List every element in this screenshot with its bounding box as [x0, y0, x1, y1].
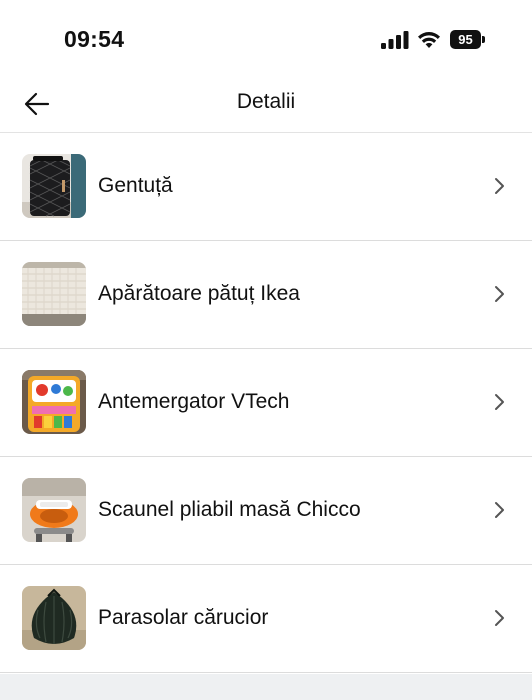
list-item-parasolar-carucior[interactable]: Parasolar cărucior: [0, 565, 532, 673]
signal-icon: [381, 31, 409, 49]
list-item-antemergator-vtech[interactable]: Antemergator VTech: [0, 349, 532, 457]
item-label: Scaunel pliabil masă Chicco: [98, 498, 361, 521]
item-thumbnail: [22, 586, 86, 650]
list-item-scaunel-pliabil[interactable]: Scaunel pliabil masă Chicco: [0, 457, 532, 565]
header: Detalii: [0, 78, 532, 133]
chevron-right-icon: [495, 178, 504, 194]
battery-icon: 95: [450, 30, 486, 49]
item-label: Antemergator VTech: [98, 390, 290, 413]
status-time: 09:54: [64, 26, 125, 52]
item-label: Apărătoare pătuț Ikea: [98, 282, 300, 305]
item-thumbnail: [22, 262, 86, 326]
list-item-aparatoare-patut[interactable]: Apărătoare pătuț Ikea: [0, 241, 532, 349]
items-list: Gentuță Apărătoare pătuț Ikea Antemergat…: [0, 133, 532, 673]
chevron-right-icon: [495, 286, 504, 302]
status-bar: 09:54 95: [0, 0, 532, 78]
chevron-right-icon: [495, 502, 504, 518]
page-title: Detalii: [236, 90, 296, 113]
battery-tip: [482, 36, 485, 43]
wifi-icon: [417, 29, 441, 49]
screen: 09:54 95 Detalii Gentuță Apărătoare pătu…: [0, 0, 532, 674]
item-thumbnail: [22, 478, 86, 542]
item-label: Gentuță: [98, 174, 173, 197]
item-label: Parasolar cărucior: [98, 606, 269, 629]
chevron-right-icon: [495, 394, 504, 410]
item-thumbnail: [22, 370, 86, 434]
battery-level: 95: [450, 30, 481, 49]
item-thumbnail: [22, 154, 86, 218]
chevron-right-icon: [495, 610, 504, 626]
list-item-gentuta[interactable]: Gentuță: [0, 133, 532, 241]
